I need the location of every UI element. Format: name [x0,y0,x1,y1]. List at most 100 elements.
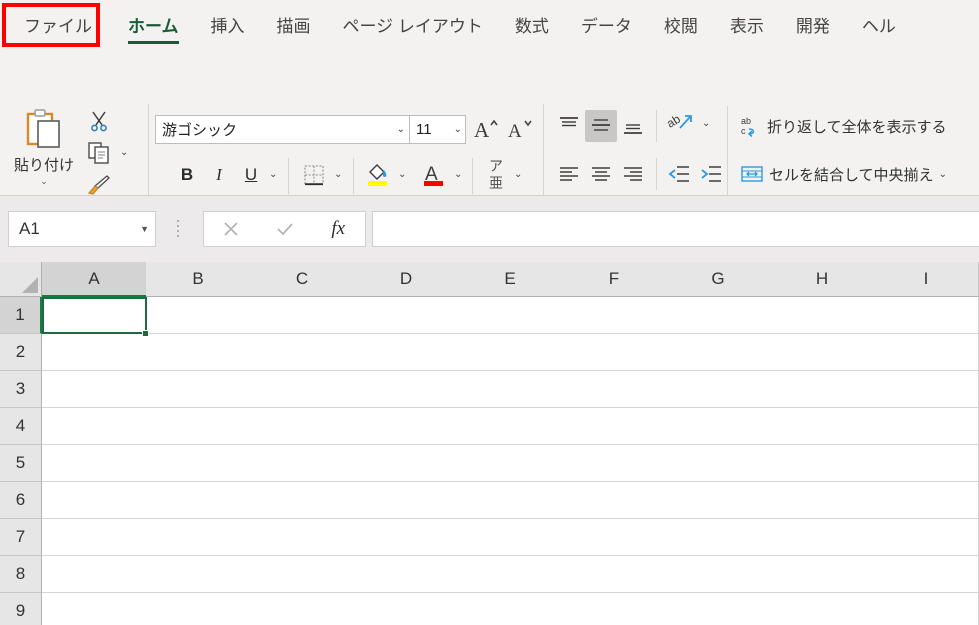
cell-F2[interactable] [562,334,667,371]
cell-H5[interactable] [770,445,875,482]
phonetic-guide-button[interactable]: ア 亜 [481,156,511,194]
cell-D7[interactable] [354,519,459,556]
cell-I1[interactable] [874,297,979,334]
row-header-4[interactable]: 4 [0,408,42,445]
cell-G4[interactable] [666,408,771,445]
cell-H7[interactable] [770,519,875,556]
borders-button[interactable] [298,160,330,190]
insert-function-button[interactable]: fx [311,212,365,246]
decrease-indent-button[interactable] [663,158,695,190]
cell-I5[interactable] [874,445,979,482]
cell-D2[interactable] [354,334,459,371]
cell-F3[interactable] [562,371,667,408]
font-color-button[interactable]: A [418,158,450,192]
enter-formula-button[interactable] [258,212,312,246]
cell-F4[interactable] [562,408,667,445]
cell-H1[interactable] [770,297,875,334]
cell-D1[interactable] [354,297,459,334]
font-size-chevron-down-icon[interactable]: ⌄ [454,124,462,135]
underline-button[interactable]: U [237,160,265,190]
row-header-7[interactable]: 7 [0,519,42,556]
cell-F8[interactable] [562,556,667,593]
cell-F9[interactable] [562,593,667,625]
cell-E9[interactable] [458,593,563,625]
column-header-i[interactable]: I [874,262,979,297]
cell-A3[interactable] [42,371,147,408]
underline-chevron-down-icon[interactable]: ⌄ [269,169,277,180]
cell-D4[interactable] [354,408,459,445]
tab-home[interactable]: ホーム [112,0,195,48]
cell-F5[interactable] [562,445,667,482]
cell-B8[interactable] [146,556,251,593]
cell-B3[interactable] [146,371,251,408]
cell-B4[interactable] [146,408,251,445]
cell-F1[interactable] [562,297,667,334]
fill-handle[interactable] [142,330,149,337]
cell-I7[interactable] [874,519,979,556]
cell-B7[interactable] [146,519,251,556]
row-header-6[interactable]: 6 [0,482,42,519]
formula-input[interactable] [372,211,979,247]
cell-C2[interactable] [250,334,355,371]
align-top-button[interactable] [553,110,585,142]
cell-B6[interactable] [146,482,251,519]
cell-E3[interactable] [458,371,563,408]
cell-B5[interactable] [146,445,251,482]
cell-E7[interactable] [458,519,563,556]
cancel-formula-button[interactable] [204,212,258,246]
cell-E2[interactable] [458,334,563,371]
column-header-e[interactable]: E [458,262,563,297]
cell-A7[interactable] [42,519,147,556]
align-bottom-button[interactable] [617,110,649,142]
cell-G6[interactable] [666,482,771,519]
cell-C1[interactable] [250,297,355,334]
row-header-8[interactable]: 8 [0,556,42,593]
tab-file[interactable]: ファイル [4,0,112,48]
tab-help[interactable]: ヘル [846,0,912,48]
fill-color-button[interactable] [362,158,394,192]
column-header-a[interactable]: A [42,262,147,297]
cell-H6[interactable] [770,482,875,519]
tab-data[interactable]: データ [565,0,648,48]
name-box[interactable]: A1 ▼ [8,211,156,247]
orientation-chevron-down-icon[interactable]: ⌄ [702,118,710,129]
cell-B1[interactable] [146,297,251,334]
cell-F6[interactable] [562,482,667,519]
cell-E5[interactable] [458,445,563,482]
cell-G8[interactable] [666,556,771,593]
tab-developer[interactable]: 開発 [780,0,846,48]
cell-D5[interactable] [354,445,459,482]
cell-G7[interactable] [666,519,771,556]
paste-chevron-down-icon[interactable]: ⌄ [40,176,48,186]
cell-I4[interactable] [874,408,979,445]
row-header-3[interactable]: 3 [0,371,42,408]
cell-A5[interactable] [42,445,147,482]
fill-color-chevron-down-icon[interactable]: ⌄ [398,169,406,180]
cell-H8[interactable] [770,556,875,593]
borders-chevron-down-icon[interactable]: ⌄ [334,169,342,180]
cell-E1[interactable] [458,297,563,334]
merge-center-chevron-down-icon[interactable]: ⌄ [939,169,947,180]
bold-button[interactable]: B [173,160,201,190]
cell-B2[interactable] [146,334,251,371]
cell-D8[interactable] [354,556,459,593]
cell-G1[interactable] [666,297,771,334]
cell-E6[interactable] [458,482,563,519]
cell-D9[interactable] [354,593,459,625]
tab-insert[interactable]: 挿入 [195,0,261,48]
cell-A1[interactable] [42,297,147,334]
merge-center-button[interactable]: セルを結合して中央揃え ⌄ [736,158,951,190]
cell-A9[interactable] [42,593,147,625]
select-all-corner-button[interactable] [0,262,42,297]
decrease-font-size-button[interactable]: A [504,113,536,145]
font-size-combobox[interactable]: 11 ⌄ [410,115,466,144]
tab-page-layout[interactable]: ページ レイアウト [327,0,499,48]
cell-G9[interactable] [666,593,771,625]
cell-E8[interactable] [458,556,563,593]
copy-button[interactable] [82,138,116,168]
column-header-f[interactable]: F [562,262,667,297]
row-header-1[interactable]: 1 [0,297,42,334]
column-header-b[interactable]: B [146,262,251,297]
cell-I8[interactable] [874,556,979,593]
cell-H9[interactable] [770,593,875,625]
